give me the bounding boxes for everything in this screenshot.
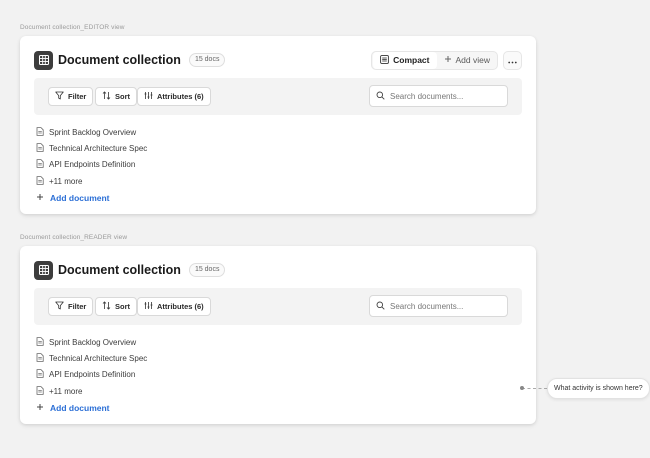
add-document-button[interactable]: Add document	[36, 399, 147, 416]
attributes-label: Attributes (6)	[157, 302, 204, 311]
plus-icon	[36, 193, 44, 203]
doc-count-badge: 15 docs	[188, 263, 226, 277]
search-input[interactable]	[390, 301, 500, 311]
sort-button[interactable]: Sort	[95, 297, 137, 316]
attributes-icon	[144, 91, 153, 102]
document-icon	[36, 336, 44, 348]
search-box	[369, 85, 508, 107]
attributes-icon	[144, 301, 153, 312]
search-icon	[376, 297, 385, 315]
add-document-button[interactable]: Add document	[36, 189, 147, 206]
header-actions: Compact Add view	[371, 50, 522, 70]
list-item[interactable]: Sprint Backlog Overview	[36, 334, 147, 350]
list-item[interactable]: API Endpoints Definition	[36, 157, 147, 173]
compact-view-button[interactable]: Compact	[373, 51, 437, 69]
add-document-label: Add document	[50, 402, 110, 413]
collection-card-editor: Document collection 15 docs Compact Add …	[20, 36, 536, 214]
collection-toolbar: Filter Sort Attributes (6)	[34, 78, 522, 115]
section-label-reader: Document collection_READER view	[20, 234, 128, 241]
more-documents-label: +11 more	[49, 386, 83, 396]
document-icon	[36, 175, 44, 187]
collection-title: Document collection	[58, 263, 181, 277]
attributes-label: Attributes (6)	[157, 92, 204, 101]
sort-button[interactable]: Sort	[95, 87, 137, 106]
more-dots-icon	[508, 51, 517, 69]
annotation-anchor-dot	[520, 386, 524, 390]
sort-icon	[102, 91, 111, 102]
view-switcher: Compact Add view	[371, 50, 498, 70]
add-view-label: Add view	[455, 55, 491, 65]
document-title: API Endpoints Definition	[49, 160, 136, 170]
section-label-editor: Document collection_EDITOR view	[20, 24, 125, 31]
document-icon	[36, 369, 44, 380]
filter-icon	[55, 301, 64, 312]
document-title: API Endpoints Definition	[49, 370, 136, 380]
sort-label: Sort	[115, 302, 130, 311]
list-item[interactable]: Sprint Backlog Overview	[36, 124, 147, 140]
document-icon	[36, 143, 44, 154]
sort-icon	[102, 301, 111, 312]
document-icon	[36, 385, 44, 397]
document-icon	[36, 159, 44, 170]
annotation-leader-line	[522, 388, 547, 389]
compact-view-icon	[380, 54, 389, 66]
attributes-button[interactable]: Attributes (6)	[137, 297, 211, 316]
document-icon	[36, 353, 44, 364]
filter-icon	[55, 91, 64, 102]
collection-title: Document collection	[58, 53, 181, 67]
table-grid-icon	[34, 50, 53, 70]
more-documents-item[interactable]: +11 more	[36, 173, 147, 189]
document-icon	[36, 126, 44, 138]
document-title: Sprint Backlog Overview	[49, 337, 137, 347]
collection-toolbar: Filter Sort Attributes (6)	[34, 288, 522, 325]
search-icon	[376, 87, 385, 105]
attributes-button[interactable]: Attributes (6)	[137, 87, 211, 106]
add-view-button[interactable]: Add view	[437, 52, 498, 69]
list-item[interactable]: Technical Architecture Spec	[36, 140, 147, 156]
doc-count-badge: 15 docs	[188, 53, 226, 67]
document-title: Technical Architecture Spec	[49, 353, 148, 363]
collection-card-reader: Document collection 15 docs Filter Sort …	[20, 246, 536, 424]
more-documents-item[interactable]: +11 more	[36, 383, 147, 399]
plus-icon	[36, 403, 44, 413]
sort-label: Sort	[115, 92, 130, 101]
search-input[interactable]	[390, 91, 500, 101]
list-item[interactable]: Technical Architecture Spec	[36, 350, 147, 366]
compact-view-label: Compact	[393, 55, 430, 65]
search-box	[369, 295, 508, 317]
document-title: Sprint Backlog Overview	[49, 127, 137, 137]
document-list: Sprint Backlog Overview Technical Archit…	[36, 124, 147, 206]
card-header: Document collection 15 docs	[34, 260, 522, 280]
add-document-label: Add document	[50, 192, 110, 203]
more-documents-label: +11 more	[49, 176, 83, 186]
plus-icon	[444, 55, 452, 65]
annotation-tooltip: What activity is shown here?	[547, 378, 650, 399]
filter-label: Filter	[68, 302, 87, 311]
document-list: Sprint Backlog Overview Technical Archit…	[36, 334, 147, 416]
list-item[interactable]: API Endpoints Definition	[36, 367, 147, 383]
more-options-button[interactable]	[503, 50, 522, 70]
filter-button[interactable]: Filter	[48, 297, 94, 316]
filter-label: Filter	[68, 92, 87, 101]
table-grid-icon	[34, 260, 53, 280]
document-title: Technical Architecture Spec	[49, 143, 148, 153]
filter-button[interactable]: Filter	[48, 87, 94, 106]
card-header: Document collection 15 docs Compact Add …	[34, 50, 522, 70]
